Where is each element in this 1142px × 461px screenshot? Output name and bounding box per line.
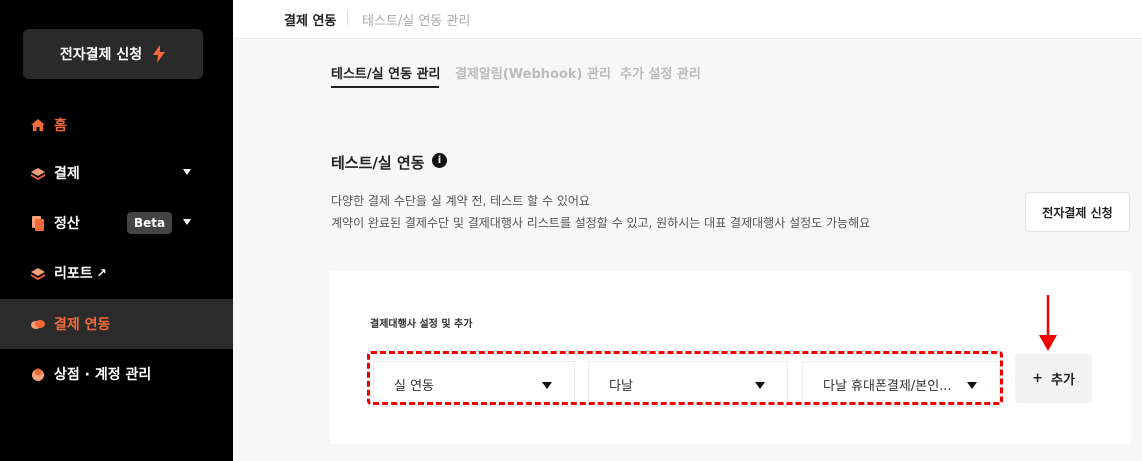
sidebar-item-label: 결제 — [54, 166, 80, 182]
layers-icon — [31, 168, 45, 180]
add-pg-button[interactable]: + 추가 — [1015, 354, 1092, 403]
bolt-icon — [153, 45, 166, 63]
sidebar: 전자결제 신청 홈 결제 정산 Beta 리포트 ↗ 결제 연동 상점 · 계정… — [0, 0, 233, 461]
sidebar-item-label: 상점 · 계정 관리 — [54, 367, 152, 383]
apply-payment-button[interactable]: 전자결제 신청 — [1025, 192, 1130, 232]
plus-icon: + — [1032, 371, 1043, 386]
sidebar-item-label: 정산 — [54, 216, 80, 232]
tab-webhook[interactable]: 결제알림(Webhook) 관리 — [455, 63, 611, 82]
section-description-1: 다양한 결제 수단을 실 계약 전, 테스트 할 수 있어요 — [331, 194, 590, 208]
external-link-icon: ↗ — [96, 266, 107, 280]
sidebar-item-store-account[interactable]: 상점 · 계정 관리 — [0, 349, 233, 399]
breadcrumb-separator — [347, 11, 348, 25]
red-arrow-annotation-icon — [1039, 295, 1057, 351]
sidebar-item-label: 결제 연동 — [54, 317, 111, 333]
sidebar-apply-label: 전자결제 신청 — [59, 47, 143, 63]
section-title: 테스트/실 연동 — [331, 154, 425, 172]
sidebar-item-integration[interactable]: 결제 연동 — [0, 299, 233, 349]
sidebar-item-report[interactable]: 리포트 ↗ — [0, 248, 233, 298]
add-pg-button-label: 추가 — [1050, 373, 1075, 388]
breadcrumb-second[interactable]: 테스트/실 연동 관리 — [362, 10, 470, 29]
info-icon[interactable]: i — [432, 153, 447, 168]
sidebar-item-settlement[interactable]: 정산 Beta — [0, 198, 233, 248]
sidebar-item-payment[interactable]: 결제 — [0, 148, 233, 198]
section-description-2: 계약이 완료된 결제수단 및 결제대행사 리스트를 설정할 수 있고, 원하시는… — [331, 216, 871, 230]
highlight-dashed-box — [367, 351, 1003, 405]
pg-setup-card: 결제대행사 설정 및 추가 실 연동 다날 다날 휴대폰결제/본인... + 추… — [330, 271, 1131, 444]
sidebar-item-label: 리포트 — [54, 266, 93, 282]
sidebar-apply-button[interactable]: 전자결제 신청 — [23, 29, 203, 79]
tab-test-live[interactable]: 테스트/실 연동 관리 — [331, 63, 440, 82]
layers-icon — [31, 268, 45, 280]
chevron-down-icon — [183, 219, 191, 225]
home-icon — [31, 119, 45, 131]
pg-setup-label: 결제대행사 설정 및 추가 — [370, 319, 473, 330]
breadcrumb-first[interactable]: 결제 연동 — [284, 10, 336, 29]
pill-icon — [31, 320, 45, 329]
chevron-down-icon — [183, 169, 191, 175]
document-icon — [32, 216, 44, 231]
sidebar-item-home[interactable]: 홈 — [0, 100, 233, 150]
beta-badge: Beta — [127, 212, 173, 234]
tab-extra-settings[interactable]: 추가 설정 관리 — [620, 63, 701, 82]
top-breadcrumb-bar: 결제 연동 테스트/실 연동 관리 — [233, 0, 1142, 39]
shop-icon — [32, 368, 44, 381]
active-tab-indicator — [331, 86, 439, 88]
sidebar-item-label: 홈 — [54, 118, 67, 134]
